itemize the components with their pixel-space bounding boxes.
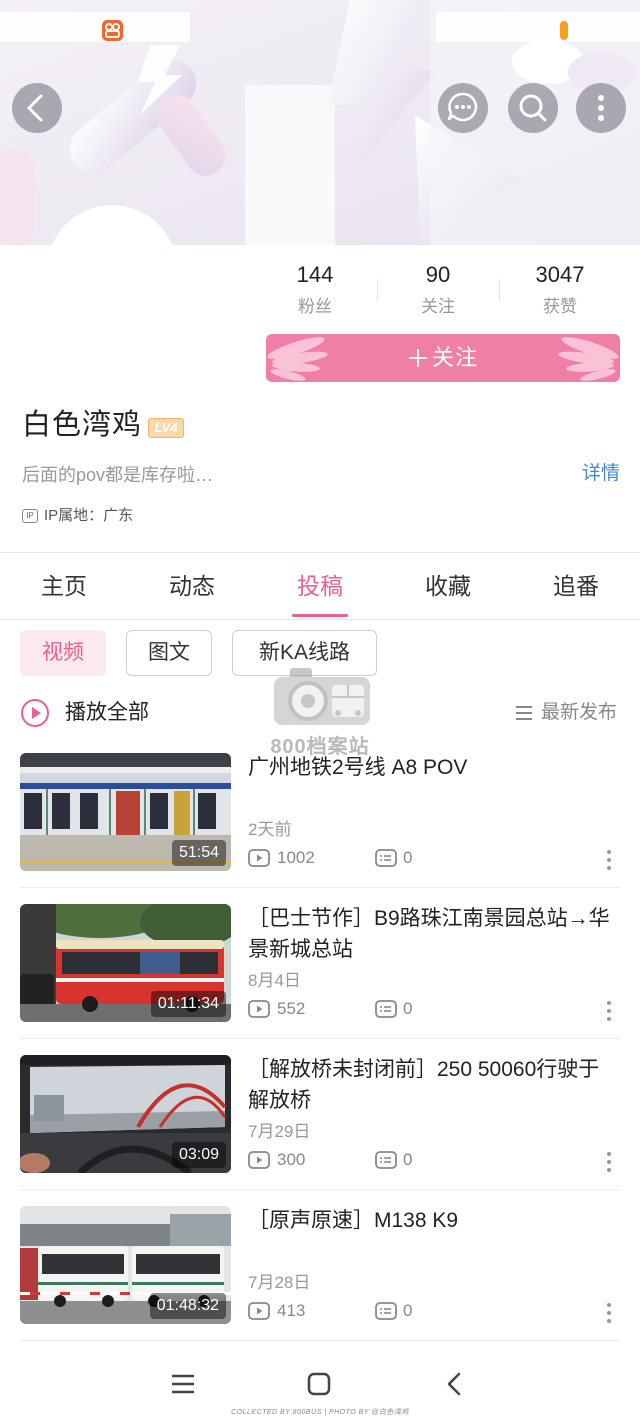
more-options-icon[interactable] bbox=[605, 1151, 613, 1173]
tabs-divider bbox=[0, 619, 640, 620]
app-status-icon bbox=[102, 20, 123, 41]
more-options-icon[interactable] bbox=[605, 1000, 613, 1022]
following-count[interactable]: 90 bbox=[378, 260, 498, 290]
video-stats: 552 0 bbox=[248, 998, 620, 1020]
view-count-icon bbox=[248, 1151, 270, 1169]
back-icon[interactable] bbox=[443, 1372, 467, 1396]
search-icon bbox=[519, 94, 547, 122]
video-title[interactable]: 广州地铁2号线 A8 POV bbox=[248, 752, 620, 783]
video-stats: 300 0 bbox=[248, 1149, 620, 1171]
tab-bangumi[interactable]: 追番 bbox=[512, 553, 640, 619]
following-label[interactable]: 关注 bbox=[378, 293, 498, 321]
row-divider bbox=[20, 1038, 620, 1039]
likes-count: 3047 bbox=[535, 262, 585, 287]
video-date: 7月29日 bbox=[248, 1122, 311, 1141]
view-count: 413 bbox=[277, 1301, 306, 1320]
follow-label: 关注 bbox=[431, 345, 478, 370]
tab-uploads[interactable]: 投稿 bbox=[256, 553, 384, 619]
back-chevron-icon bbox=[27, 94, 43, 122]
search-button[interactable] bbox=[508, 83, 558, 133]
view-count-icon bbox=[248, 1000, 270, 1018]
play-all-button[interactable]: 播放全部 bbox=[65, 700, 149, 726]
play-circle-icon[interactable] bbox=[20, 698, 50, 728]
tab-favorites[interactable]: 收藏 bbox=[384, 553, 512, 619]
video-thumbnail[interactable]: 01:11:34 bbox=[20, 904, 231, 1022]
watermark-credit: COLLECTED BY 800BUS | PHOTO BY @白色湾鸡 bbox=[231, 1409, 409, 1416]
comment-count-icon bbox=[375, 1151, 397, 1169]
tab-home[interactable]: 主页 bbox=[0, 553, 128, 619]
active-tab-indicator bbox=[292, 614, 348, 617]
video-stats: 413 0 bbox=[248, 1300, 620, 1322]
more-options-icon[interactable] bbox=[605, 1302, 613, 1324]
video-date: 7月28日 bbox=[248, 1273, 311, 1292]
video-thumbnail[interactable]: 03:09 bbox=[20, 1055, 231, 1173]
video-item[interactable]: 03:09 ［解放桥未封闭前］250 50060行驶于解放桥 7月29日 300… bbox=[0, 1055, 640, 1206]
video-duration: 01:11:34 bbox=[150, 991, 226, 1017]
video-duration: 51:54 bbox=[171, 840, 226, 866]
more-vertical-icon bbox=[598, 95, 604, 121]
video-title[interactable]: ［原声原速］M138 K9 bbox=[248, 1205, 620, 1236]
more-button[interactable] bbox=[576, 83, 626, 133]
view-count: 300 bbox=[277, 1150, 306, 1169]
video-duration: 03:09 bbox=[171, 1142, 226, 1168]
comment-count: 0 bbox=[403, 1150, 413, 1169]
back-button[interactable] bbox=[12, 83, 62, 133]
view-count-icon bbox=[248, 1302, 270, 1320]
row-divider bbox=[20, 1189, 620, 1190]
video-title[interactable]: ［巴士节作］B9路珠江南景园总站→华景新城总站 bbox=[248, 903, 620, 965]
message-button[interactable] bbox=[438, 83, 488, 133]
filter-chip-collection[interactable]: 新KA线路 bbox=[232, 630, 377, 676]
level-badge: LV4 bbox=[148, 418, 184, 438]
status-bar-right bbox=[436, 12, 640, 42]
video-item[interactable]: 51:54 广州地铁2号线 A8 POV 2天前 1002 0 bbox=[0, 753, 640, 904]
comment-count: 0 bbox=[403, 999, 413, 1018]
video-thumbnail[interactable]: 01:48:32 bbox=[20, 1206, 231, 1324]
username: 白色湾鸡 bbox=[22, 409, 143, 441]
video-duration: 01:48:32 bbox=[149, 1293, 226, 1319]
comment-count: 0 bbox=[403, 848, 413, 867]
row-divider bbox=[20, 887, 620, 888]
comment-count-icon bbox=[375, 1302, 397, 1320]
video-stats: 1002 0 bbox=[248, 847, 620, 869]
followers-label[interactable]: 粉丝 bbox=[255, 293, 375, 321]
followers-count[interactable]: 144 bbox=[255, 260, 375, 290]
video-item[interactable]: 01:11:34 ［巴士节作］B9路珠江南景园总站→华景新城总站 8月4日 55… bbox=[0, 904, 640, 1055]
follow-button[interactable]: 关注 bbox=[266, 334, 620, 382]
chat-bubble-icon bbox=[447, 92, 478, 122]
ip-location: IP属地：广东 bbox=[44, 507, 134, 524]
video-title[interactable]: ［解放桥未封闭前］250 50060行驶于解放桥 bbox=[248, 1054, 620, 1116]
comment-count-icon bbox=[375, 1000, 397, 1018]
bio-text: 后面的pov都是库存啦… bbox=[22, 465, 214, 485]
filter-chip-article[interactable]: 图文 bbox=[126, 630, 212, 676]
video-item[interactable]: 01:48:32 ［原声原速］M138 K9 7月28日 413 0 bbox=[0, 1206, 640, 1357]
comment-count-icon bbox=[375, 849, 397, 867]
view-count-icon bbox=[248, 849, 270, 867]
view-count: 552 bbox=[277, 999, 306, 1018]
home-square-icon[interactable] bbox=[307, 1372, 331, 1396]
ip-icon: IP bbox=[22, 509, 38, 523]
filter-chip-video[interactable]: 视频 bbox=[20, 630, 106, 676]
detail-link[interactable]: 详情 bbox=[578, 462, 620, 486]
menu-icon[interactable] bbox=[171, 1372, 195, 1396]
view-count: 1002 bbox=[277, 848, 315, 867]
sort-dropdown[interactable]: 最新发布 bbox=[541, 701, 617, 725]
row-divider bbox=[20, 1340, 620, 1341]
tab-dynamics[interactable]: 动态 bbox=[128, 553, 256, 619]
more-options-icon[interactable] bbox=[605, 849, 613, 871]
video-date: 2天前 bbox=[248, 820, 292, 839]
battery-icon bbox=[560, 21, 568, 40]
video-date: 8月4日 bbox=[248, 971, 301, 990]
plus-icon bbox=[408, 349, 427, 367]
status-bar-left bbox=[0, 12, 190, 42]
video-thumbnail[interactable]: 51:54 bbox=[20, 753, 231, 871]
likes-label: 获赞 bbox=[543, 297, 577, 316]
avatar[interactable] bbox=[47, 205, 177, 335]
sort-list-icon[interactable] bbox=[514, 704, 534, 722]
comment-count: 0 bbox=[403, 1301, 413, 1320]
